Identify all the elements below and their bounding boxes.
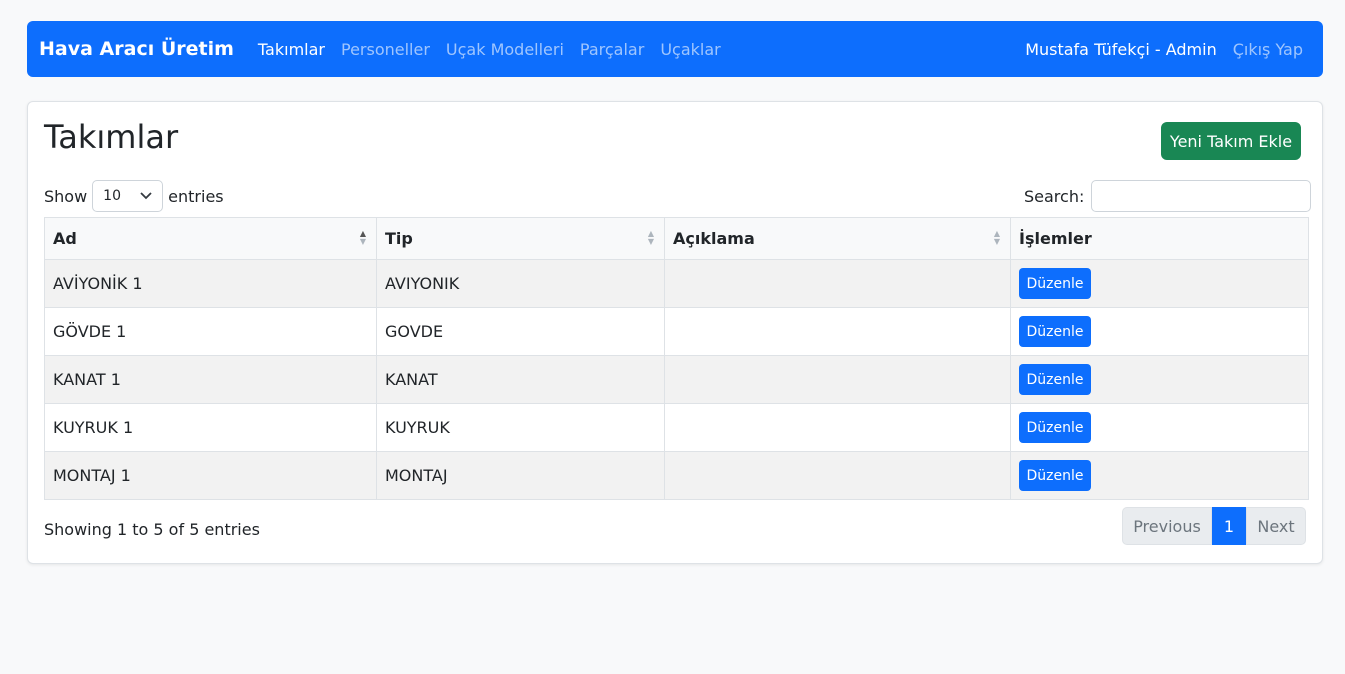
cell-actions: Düzenle [1010,355,1309,404]
cell-ad: GÖVDE 1 [44,307,377,356]
search-control: Search: [1024,180,1312,212]
column-header-label: Tip [385,229,413,248]
teams-card: Takımlar Yeni Takım Ekle Show 10 entries… [27,101,1323,564]
top-navbar: Hava Aracı Üretim Takımlar Personeller U… [27,21,1323,77]
cell-aciklama [664,307,1011,356]
cell-aciklama [664,403,1011,452]
cell-aciklama [664,259,1011,308]
edit-button[interactable]: Düzenle [1019,268,1091,299]
cell-ad: MONTAJ 1 [44,451,377,500]
cell-actions: Düzenle [1010,451,1309,500]
cell-aciklama [664,451,1011,500]
sort-icon: ▲ ▼ [647,229,654,246]
nav-link-parcalar[interactable]: Parçalar [580,40,644,59]
cell-tip: GOVDE [376,307,665,356]
navbar-right: Mustafa Tüfekçi - Admin Çıkış Yap [1025,40,1311,59]
search-input[interactable] [1091,180,1312,212]
user-name: Mustafa Tüfekçi - Admin [1025,39,1217,59]
edit-button[interactable]: Düzenle [1019,412,1091,443]
page-1-button[interactable]: 1 [1212,507,1246,545]
logout-link[interactable]: Çıkış Yap [1233,40,1303,59]
search-label: Search: [1024,186,1085,206]
column-header-aciklama[interactable]: Açıklama ▲ ▼ [664,217,1011,260]
column-header-tip[interactable]: Tip ▲ ▼ [376,217,665,260]
cell-aciklama [664,355,1011,404]
next-page-button[interactable]: Next [1246,507,1306,545]
cell-tip: MONTAJ [376,451,665,500]
edit-button[interactable]: Düzenle [1019,364,1091,395]
teams-table: Ad ▲ ▼ Tip ▲ ▼ Açıklama ▲ ▼ İşlemler AVİYON… [44,217,1309,500]
column-header-label: Açıklama [673,229,755,248]
table-row: KANAT 1 KANAT Düzenle [44,355,1309,404]
add-team-button[interactable]: Yeni Takım Ekle [1161,122,1301,160]
entries-label: entries [168,186,224,206]
table-row: AVİYONİK 1 AVIYONIK Düzenle [44,259,1309,308]
sort-icon: ▲ ▼ [359,229,366,246]
cell-ad: KANAT 1 [44,355,377,404]
table-row: MONTAJ 1 MONTAJ Düzenle [44,451,1309,500]
cell-actions: Düzenle [1010,403,1309,452]
show-label: Show [44,186,88,206]
column-header-label: Ad [53,229,77,248]
previous-page-button[interactable]: Previous [1122,507,1212,545]
edit-button[interactable]: Düzenle [1019,316,1091,347]
table-row: GÖVDE 1 GOVDE Düzenle [44,307,1309,356]
brand-title[interactable]: Hava Aracı Üretim [39,38,234,60]
cell-tip: KUYRUK [376,403,665,452]
cell-tip: AVIYONIK [376,259,665,308]
nav-link-personeller[interactable]: Personeller [341,40,430,59]
entries-length-control: Show 10 entries [44,180,224,212]
cell-actions: Düzenle [1010,307,1309,356]
nav-link-ucaklar[interactable]: Uçaklar [660,40,720,59]
nav-link-takimlar[interactable]: Takımlar [258,40,325,59]
chevron-down-icon [140,192,152,200]
cell-actions: Düzenle [1010,259,1309,308]
column-header-label: İşlemler [1019,229,1092,248]
edit-button[interactable]: Düzenle [1019,460,1091,491]
entries-select-value: 10 [103,188,121,204]
table-row: KUYRUK 1 KUYRUK Düzenle [44,403,1309,452]
cell-ad: AVİYONİK 1 [44,259,377,308]
table-header-row: Ad ▲ ▼ Tip ▲ ▼ Açıklama ▲ ▼ İşlemler [44,217,1309,260]
page-title: Takımlar [44,118,179,156]
sort-icon: ▲ ▼ [993,229,1000,246]
cell-ad: KUYRUK 1 [44,403,377,452]
entries-select[interactable]: 10 [92,180,164,212]
column-header-islemler: İşlemler [1010,217,1309,260]
nav-link-ucak-modelleri[interactable]: Uçak Modelleri [446,40,564,59]
pagination: Previous 1 Next [1122,507,1306,545]
column-header-ad[interactable]: Ad ▲ ▼ [44,217,377,260]
cell-tip: KANAT [376,355,665,404]
table-info: Showing 1 to 5 of 5 entries [44,520,260,539]
